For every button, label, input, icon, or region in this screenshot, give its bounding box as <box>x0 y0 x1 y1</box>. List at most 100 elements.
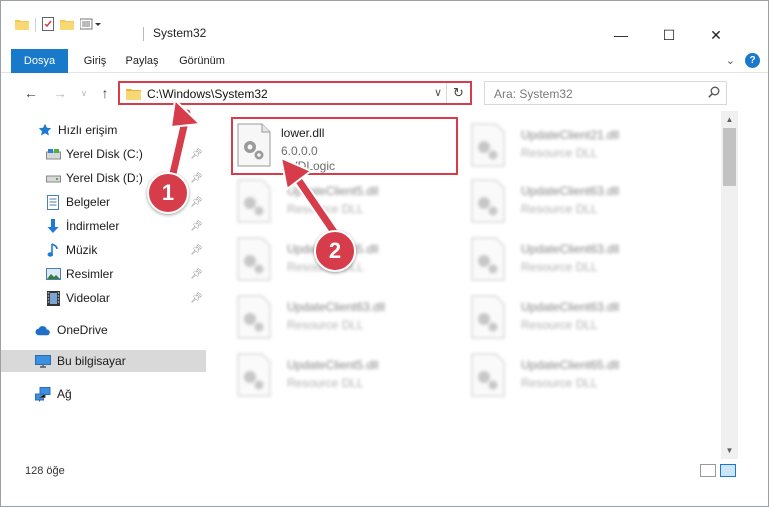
new-folder-icon[interactable] <box>60 18 74 33</box>
expand-ribbon-icon[interactable]: ⌄ <box>726 54 735 67</box>
downloads-icon <box>45 218 61 234</box>
dll-file-icon <box>237 179 273 225</box>
pin-icon[interactable]: 📌︎ <box>190 269 203 280</box>
address-bar[interactable]: C:\Windows\System32 ∨ ↻ <box>118 81 472 105</box>
close-button[interactable]: ✕ <box>693 25 739 45</box>
refresh-icon: ↻ <box>453 85 464 100</box>
file-name: UpdateClient21.dll <box>521 128 620 142</box>
tab-home[interactable]: Giriş <box>77 49 113 73</box>
properties-icon[interactable] <box>42 16 54 34</box>
sidebar-item-quick-access[interactable]: Hızlı erişim <box>1 119 206 141</box>
file-item[interactable]: UpdateClient63.dll Resource DLL <box>231 289 461 349</box>
scroll-up-icon[interactable]: ▲ <box>721 111 738 128</box>
pin-icon[interactable]: 📌︎ <box>190 221 203 232</box>
sidebar-item-label: OneDrive <box>57 323 108 337</box>
back-button[interactable]: ← <box>22 83 40 103</box>
sidebar-item-label: Yerel Disk (D:) <box>66 171 143 185</box>
file-name: UpdateClient63.dll <box>521 300 620 314</box>
sidebar-item-pictures[interactable]: Resimler 📌︎ <box>1 263 206 285</box>
file-item[interactable]: UpdateClient5.dll Resource DLL <box>231 173 461 233</box>
music-icon <box>45 242 61 258</box>
file-name: UpdateClient63.dll <box>521 242 620 256</box>
scroll-down-icon[interactable]: ▼ <box>721 442 738 459</box>
scrollbar-thumb[interactable] <box>723 128 736 186</box>
recent-locations-button[interactable]: ∨ <box>75 83 93 103</box>
file-type: Resource DLL <box>521 318 598 332</box>
dll-file-icon <box>471 353 507 399</box>
pin-icon[interactable]: 📌︎ <box>190 197 203 208</box>
file-name: UpdateClient5.dll <box>287 184 379 198</box>
cloud-icon <box>35 322 51 338</box>
sidebar-item-label: Hızlı erişim <box>58 123 118 137</box>
sidebar-item-onedrive[interactable]: OneDrive <box>1 319 206 341</box>
file-name: UpdateClient63.dll <box>521 184 620 198</box>
documents-icon <box>45 194 61 210</box>
tab-view[interactable]: Görünüm <box>173 49 231 73</box>
maximize-button[interactable]: ☐ <box>646 25 692 45</box>
sidebar-item-network[interactable]: Ağ <box>1 383 206 405</box>
help-icon[interactable]: ? <box>745 53 760 68</box>
file-item[interactable]: UpdateClient5.dll Resource DLL <box>231 347 461 407</box>
dll-file-icon <box>237 295 273 341</box>
sidebar-item-label: Bu bilgisayar <box>57 354 126 368</box>
file-type: Resource DLL <box>287 318 364 332</box>
tab-file[interactable]: Dosya <box>11 49 68 73</box>
quick-access-toolbar <box>15 15 102 35</box>
explorer-window: System32 — ☐ ✕ Dosya Giriş Paylaş Görünü… <box>0 0 769 507</box>
dll-file-icon <box>471 295 507 341</box>
folder-icon[interactable] <box>15 18 29 33</box>
pin-icon[interactable]: 📌︎ <box>190 293 203 304</box>
file-item[interactable]: UpdateClient63.dll Resource DLL <box>465 173 695 233</box>
file-name: UpdateClient5.dll <box>287 358 379 372</box>
sidebar-item-label: Belgeler <box>66 195 111 209</box>
status-bar: 128 öğe <box>1 459 768 483</box>
file-item-lower-dll[interactable]: lower.dll 6.0.0.0 DVDLogic <box>231 117 458 175</box>
customize-toolbar-icon[interactable] <box>79 18 102 33</box>
search-box[interactable]: Ara: System32 <box>484 81 727 105</box>
forward-arrow-icon: → <box>53 85 67 101</box>
folder-icon <box>126 87 141 103</box>
up-button[interactable]: ↑ <box>96 83 114 103</box>
vertical-scrollbar[interactable]: ▲ ▼ <box>721 111 738 459</box>
view-switcher <box>700 464 736 477</box>
sidebar-item-label: İndirmeler <box>66 219 120 233</box>
sidebar-item-music[interactable]: Müzik 📌︎ <box>1 239 206 261</box>
dll-file-icon <box>237 123 273 169</box>
navigation-bar: ← → ∨ ↑ C:\Windows\System32 ∨ ↻ Ara: Sys… <box>1 79 768 107</box>
videos-icon <box>45 290 61 306</box>
file-type: Resource DLL <box>521 146 598 160</box>
pictures-icon <box>45 266 61 282</box>
tab-share[interactable]: Paylaş <box>121 49 163 73</box>
dll-file-icon <box>471 123 507 169</box>
item-count: 128 öğe <box>25 465 65 477</box>
pin-icon[interactable]: 📌︎ <box>190 149 203 160</box>
file-item[interactable]: UpdateClient65.dll Resource DLL <box>465 347 695 407</box>
forward-button[interactable]: → <box>51 83 69 103</box>
file-type: Resource DLL <box>287 202 364 216</box>
title-divider <box>143 27 144 41</box>
pin-icon[interactable]: 📌︎ <box>190 245 203 256</box>
details-view-icon[interactable] <box>700 464 716 477</box>
file-company: DVDLogic <box>281 159 336 173</box>
sidebar-item-downloads[interactable]: İndirmeler 📌︎ <box>1 215 206 237</box>
sidebar-item-label: Yerel Disk (C:) <box>66 147 143 161</box>
file-name: lower.dll <box>281 126 325 140</box>
minimize-button[interactable]: — <box>598 25 644 45</box>
large-icons-view-icon[interactable] <box>720 464 736 477</box>
drive-icon <box>45 146 61 162</box>
back-arrow-icon: ← <box>24 85 38 101</box>
file-item[interactable]: UpdateClient21.dll Resource DLL <box>465 117 695 177</box>
file-item[interactable]: UpdateClient63.dll Resource DLL <box>465 289 695 349</box>
search-icon <box>708 86 720 101</box>
pin-icon[interactable]: 📌︎ <box>190 173 203 184</box>
title-bar: System32 — ☐ ✕ <box>1 1 768 45</box>
address-dropdown-icon[interactable]: ∨ <box>434 86 442 99</box>
sidebar-item-this-pc[interactable]: Bu bilgisayar <box>1 350 206 372</box>
refresh-button[interactable]: ↻ <box>446 83 470 103</box>
file-item[interactable]: UpdateClient63.dll Resource DLL <box>465 231 695 291</box>
search-placeholder: Ara: System32 <box>494 87 573 101</box>
sidebar-item-videos[interactable]: Videolar 📌︎ <box>1 287 206 309</box>
sidebar-item-drive-c[interactable]: Yerel Disk (C:) 📌︎ <box>1 143 206 165</box>
step-badge-2: 2 <box>314 230 356 272</box>
ribbon-controls: ⌄ ? <box>726 53 760 68</box>
